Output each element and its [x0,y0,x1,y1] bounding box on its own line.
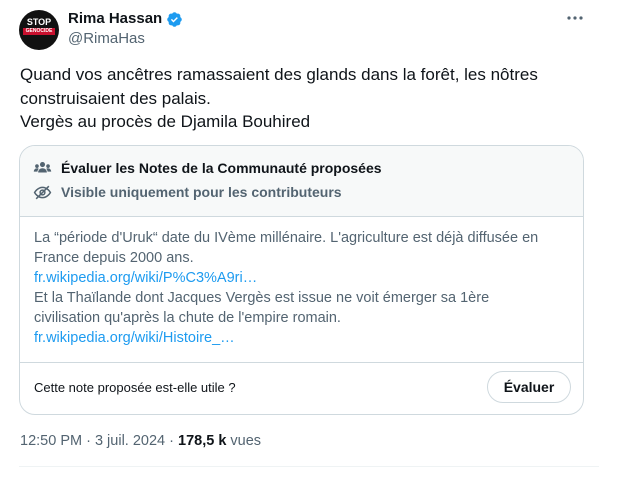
avatar[interactable]: STOP GENOCIDE [19,10,59,50]
note-header-subtitle: Visible uniquement pour les contributeur… [61,184,342,200]
tweet-date[interactable]: 3 juil. 2024 [95,433,165,449]
divider [19,466,599,467]
tweet-text-line: Vergès au procès de Djamila Bouhired [20,112,311,131]
more-options-icon[interactable] [564,8,586,28]
note-footer: Cette note proposée est-elle utile ? Éva… [20,362,583,414]
avatar-stop-text: STOP [26,17,52,27]
tweet-text-line: construisaient des palais. [20,88,211,108]
note-source-link[interactable]: fr.wikipedia.org/wiki/Histoire_… [34,328,574,348]
note-body-line: France depuis 2000 ans. [34,250,194,266]
views-count: 178,5 k [178,433,227,449]
note-header-title: Évaluer les Notes de la Communauté propo… [61,160,382,176]
meta-separator: · [82,433,95,449]
community-note-card: Évaluer les Notes de la Communauté propo… [19,145,584,415]
note-header-title-row[interactable]: Évaluer les Notes de la Communauté propo… [33,158,382,178]
note-body-line: La “période d'Uruk“ date du IVème millén… [34,230,539,246]
author-handle[interactable]: @RimaHas [68,29,145,49]
verified-badge-icon[interactable] [166,11,183,28]
tweet-meta: 12:50 PM · 3 juil. 2024 · 178,5 k vues [20,433,261,449]
eye-off-icon [33,185,52,199]
tweet-text: Quand vos ancêtres ramassaient des gland… [20,63,590,134]
avatar-genocide-text: GENOCIDE [23,28,55,35]
note-body-line: civilisation qu'après la chute de l'empi… [34,310,341,326]
evaluate-button[interactable]: Évaluer [487,371,571,403]
note-body: La “période d'Uruk“ date du IVème millén… [34,228,574,348]
tweet-time[interactable]: 12:50 PM [20,433,82,449]
note-header-subtitle-row: Visible uniquement pour les contributeur… [33,182,342,202]
meta-separator: · [165,433,178,449]
note-source-link[interactable]: fr.wikipedia.org/wiki/P%C3%A9ri… [34,268,574,288]
views-label: vues [226,433,262,449]
note-body-line: Et la Thaïlande dont Jacques Vergès est … [34,290,490,306]
author-name[interactable]: Rima Hassan [68,9,162,29]
community-people-icon [33,161,52,172]
tweet-text-line: Quand vos ancêtres ramassaient des gland… [20,65,538,84]
note-helpful-question: Cette note proposée est-elle utile ? [34,380,236,395]
note-header: Évaluer les Notes de la Communauté propo… [20,146,583,217]
